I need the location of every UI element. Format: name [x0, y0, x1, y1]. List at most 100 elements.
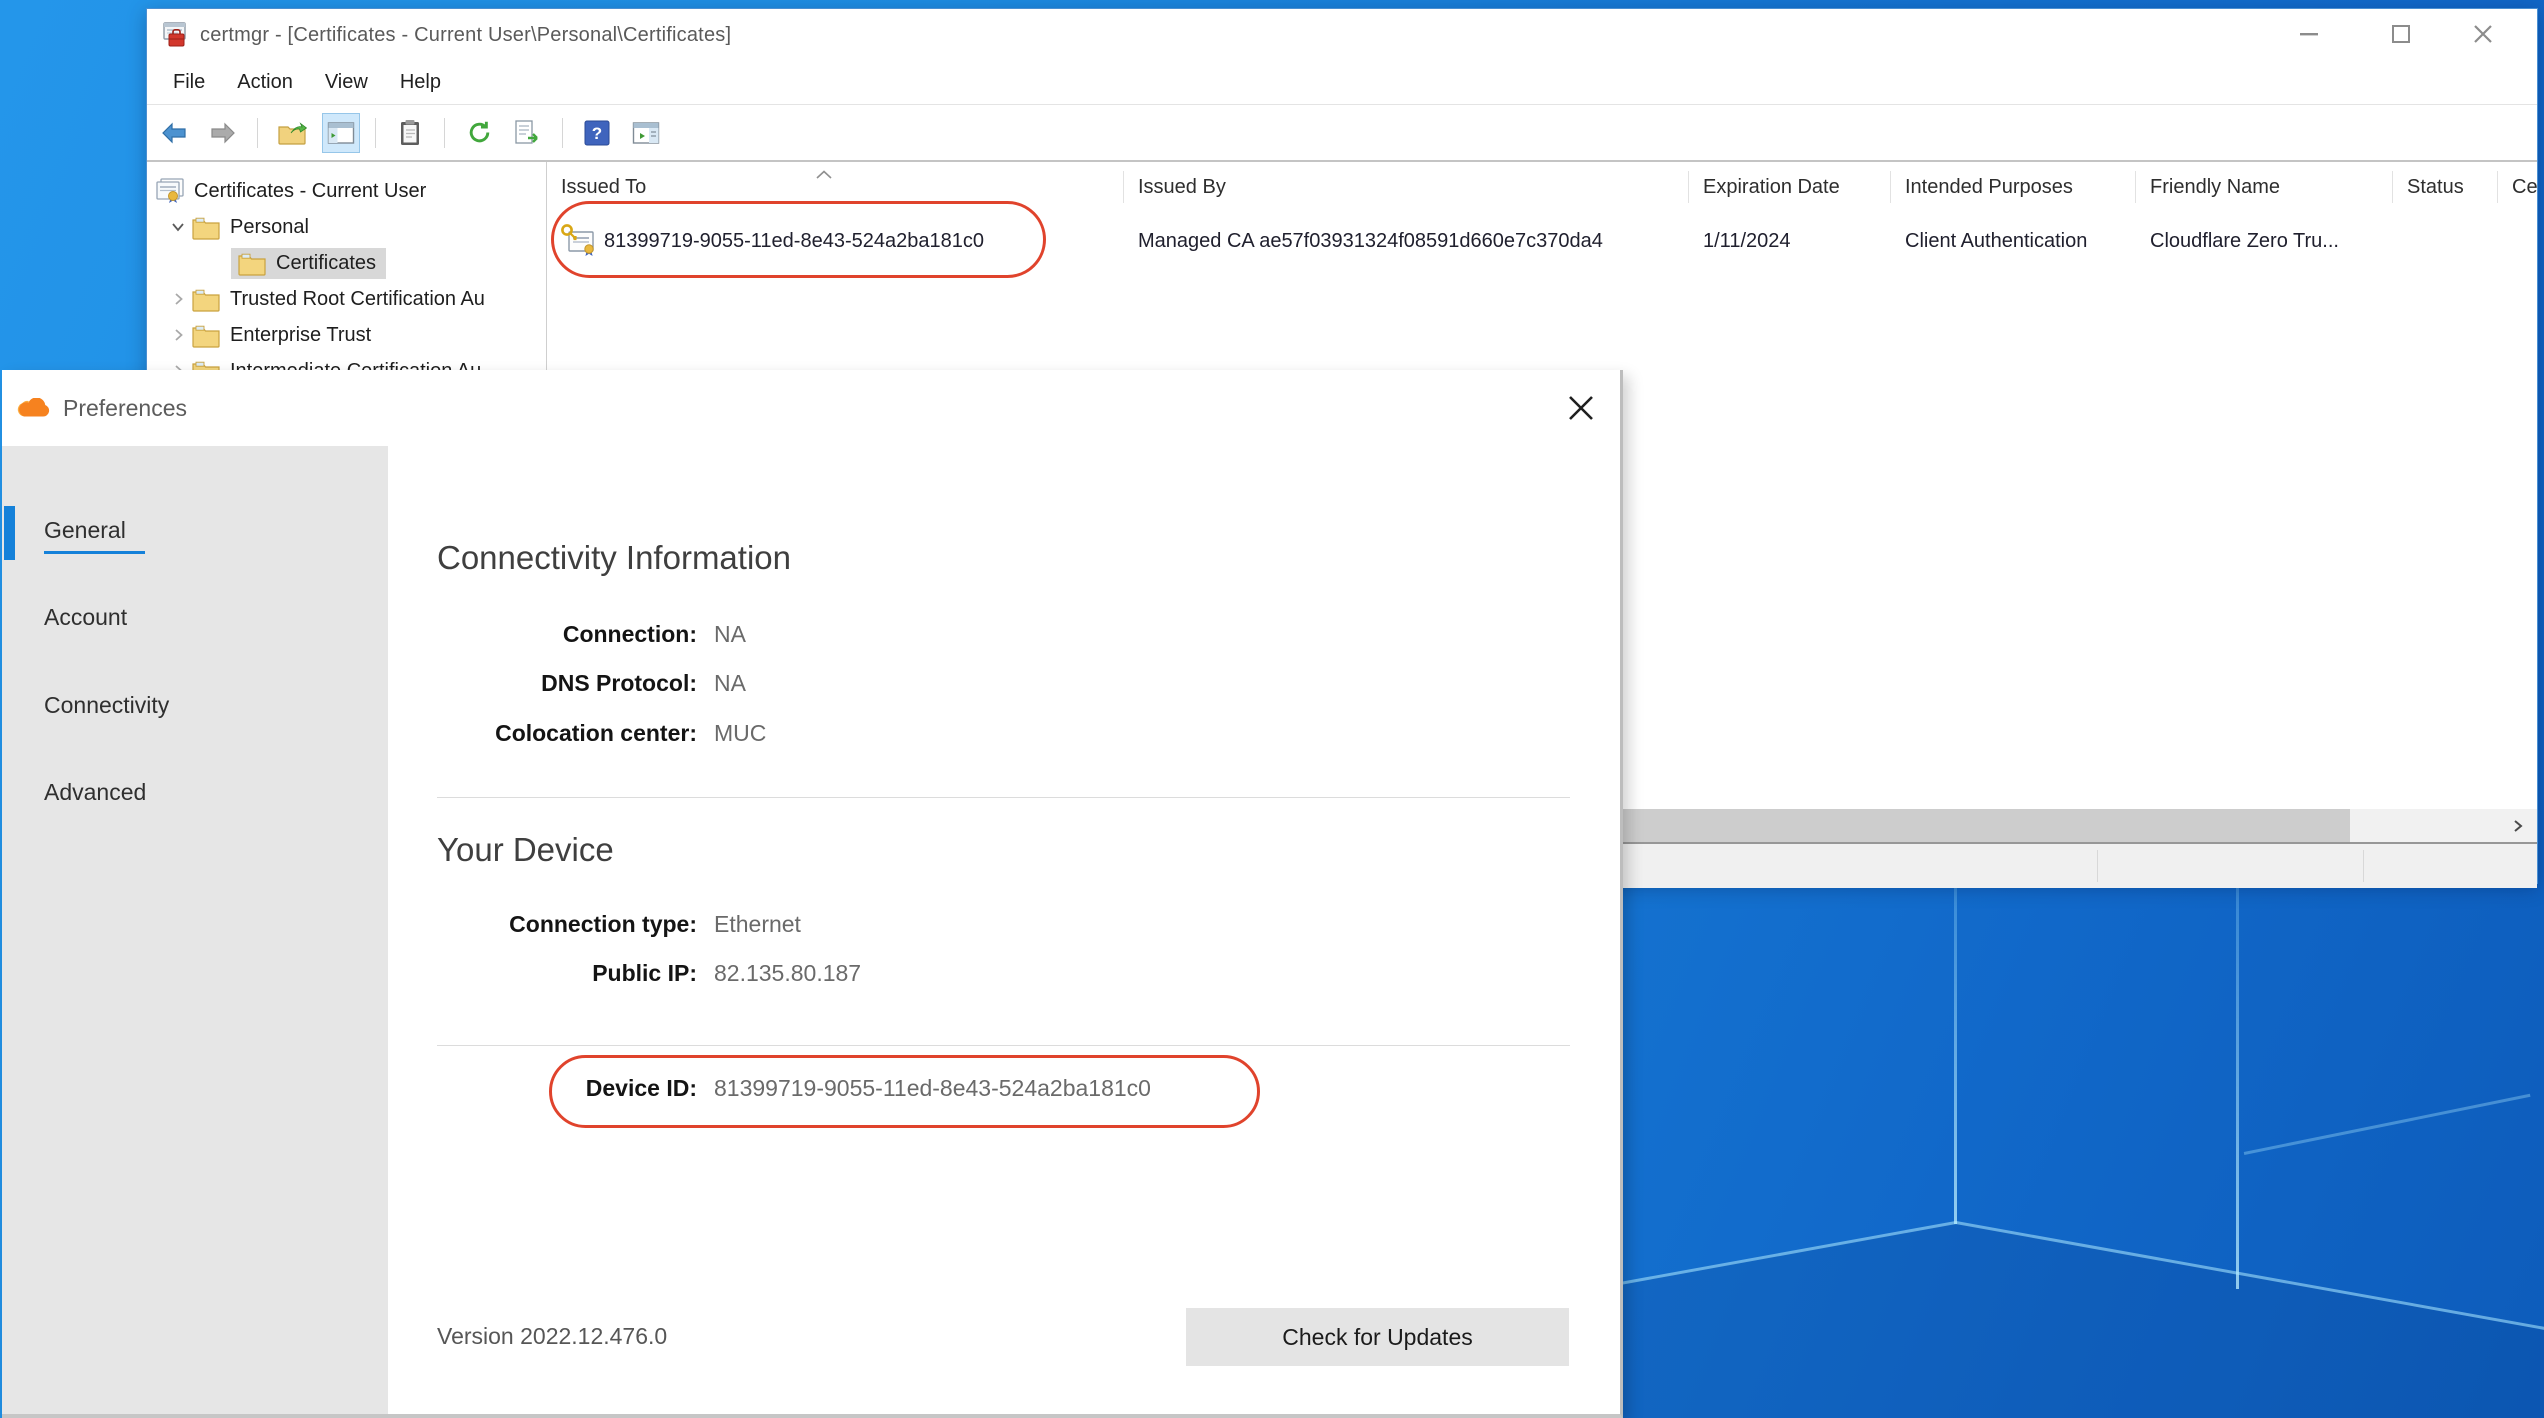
- dialog-sidebar: General Account Connectivity Advanced: [2, 446, 388, 1414]
- cell-expiration-date: 1/11/2024: [1689, 230, 1891, 253]
- toolbar-separator: [375, 118, 376, 148]
- nav-account[interactable]: Account: [44, 604, 127, 631]
- info-row-connection: Connection: NA: [388, 621, 1568, 648]
- nav-advanced[interactable]: Advanced: [44, 779, 146, 806]
- dialog-close-icon[interactable]: [1564, 392, 1598, 424]
- nav-general[interactable]: General: [44, 517, 126, 544]
- statusbar-divider: [2363, 850, 2364, 882]
- connection-label: Connection:: [388, 621, 697, 648]
- your-device-heading: Your Device: [437, 831, 614, 869]
- check-for-updates-button[interactable]: Check for Updates: [1186, 1308, 1569, 1366]
- toolbar-separator: [444, 118, 445, 148]
- selected-tree-item: Certificates: [231, 248, 386, 279]
- cell-intended-purposes: Client Authentication: [1891, 230, 2136, 253]
- section-divider: [437, 797, 1570, 798]
- tree-item-label: Personal: [230, 216, 309, 239]
- column-header-friendly-name[interactable]: Friendly Name: [2136, 162, 2393, 212]
- column-header-expiration-date[interactable]: Expiration Date: [1689, 162, 1891, 212]
- toolbar-separator: [257, 118, 258, 148]
- version-text: Version 2022.12.476.0: [437, 1323, 667, 1350]
- issued-to-value: 81399719-9055-11ed-8e43-524a2ba181c0: [604, 230, 984, 253]
- tree-item-certificates[interactable]: Certificates: [147, 245, 546, 281]
- tree-item-personal[interactable]: Personal: [147, 209, 546, 245]
- active-nav-indicator: [4, 506, 15, 560]
- colocation-value: MUC: [714, 720, 766, 747]
- chevron-down-icon[interactable]: [165, 222, 191, 232]
- toolbar: ?: [147, 105, 2537, 162]
- cell-issued-to: 81399719-9055-11ed-8e43-524a2ba181c0: [547, 224, 1124, 258]
- svg-text:?: ?: [592, 124, 602, 143]
- dialog-title: Preferences: [63, 395, 187, 422]
- folder-icon: [191, 323, 221, 348]
- nav-connectivity[interactable]: Connectivity: [44, 692, 169, 719]
- tree-item-trusted-root[interactable]: Trusted Root Certification Au: [147, 281, 546, 317]
- column-header-status[interactable]: Status: [2393, 162, 2498, 212]
- window-title: certmgr - [Certificates - Current User\P…: [200, 24, 731, 47]
- up-folder-button[interactable]: [273, 113, 311, 153]
- scroll-right-arrow[interactable]: [2503, 809, 2533, 842]
- chevron-right-icon[interactable]: [165, 292, 191, 306]
- close-button[interactable]: [2453, 9, 2513, 59]
- cloudflare-logo-icon: [17, 398, 51, 418]
- public-ip-label: Public IP:: [388, 960, 697, 987]
- statusbar-divider: [2097, 850, 2098, 882]
- connection-type-label: Connection type:: [388, 911, 697, 938]
- export-list-button[interactable]: [509, 113, 547, 153]
- dns-protocol-value: NA: [714, 670, 746, 697]
- info-row-connection-type: Connection type: Ethernet: [388, 911, 1568, 938]
- colocation-label: Colocation center:: [388, 720, 697, 747]
- certificate-key-icon: [561, 224, 597, 258]
- folder-icon: [191, 215, 221, 240]
- info-row-public-ip: Public IP: 82.135.80.187: [388, 960, 1568, 987]
- chevron-right-icon[interactable]: [165, 328, 191, 342]
- tree-item-label: Trusted Root Certification Au: [230, 288, 485, 311]
- info-row-dns-protocol: DNS Protocol: NA: [388, 670, 1568, 697]
- certmgr-app-icon: [161, 21, 189, 49]
- minimize-button[interactable]: [2279, 9, 2339, 59]
- device-id-label: Device ID:: [388, 1075, 697, 1102]
- menu-view[interactable]: View: [309, 71, 384, 94]
- action-pane-button[interactable]: [627, 113, 665, 153]
- column-header-issued-to[interactable]: Issued To: [547, 162, 1124, 212]
- show-console-tree-button[interactable]: [322, 113, 360, 153]
- wallpaper-line: [2244, 1094, 2531, 1155]
- column-header-certificate[interactable]: Ce: [2498, 162, 2537, 212]
- tree-item-root[interactable]: Certificates - Current User: [147, 173, 546, 209]
- column-header-issued-by[interactable]: Issued By: [1124, 162, 1689, 212]
- cell-issued-by: Managed CA ae57f03931324f08591d660e7c370…: [1124, 230, 1689, 253]
- folder-icon: [191, 287, 221, 312]
- device-id-value: 81399719-9055-11ed-8e43-524a2ba181c0: [714, 1075, 1151, 1102]
- refresh-button[interactable]: [460, 113, 498, 153]
- dialog-header: Preferences: [2, 370, 1620, 446]
- section-divider: [437, 1045, 1570, 1046]
- forward-button[interactable]: [204, 113, 242, 153]
- maximize-button[interactable]: [2371, 9, 2431, 59]
- connection-value: NA: [714, 621, 746, 648]
- public-ip-value: 82.135.80.187: [714, 960, 861, 987]
- list-header: Issued To Issued By Expiration Date Inte…: [547, 162, 2537, 212]
- menu-file[interactable]: File: [157, 71, 221, 94]
- info-row-device-id: Device ID: 81399719-9055-11ed-8e43-524a2…: [388, 1075, 1568, 1102]
- back-button[interactable]: [155, 113, 193, 153]
- active-nav-underline: [44, 551, 145, 554]
- tree-item-enterprise-trust[interactable]: Enterprise Trust: [147, 317, 546, 353]
- tree-item-label: Enterprise Trust: [230, 324, 371, 347]
- dns-protocol-label: DNS Protocol:: [388, 670, 697, 697]
- menu-help[interactable]: Help: [384, 71, 457, 94]
- preferences-dialog: Preferences General Account Connectivity…: [2, 370, 1623, 1418]
- clipboard-button[interactable]: [391, 113, 429, 153]
- certificate-row[interactable]: 81399719-9055-11ed-8e43-524a2ba181c0 Man…: [547, 212, 2537, 270]
- connection-type-value: Ethernet: [714, 911, 801, 938]
- tree-item-label: Certificates: [276, 252, 376, 275]
- wallpaper-beam: [2236, 884, 2239, 1289]
- certmgr-titlebar: certmgr - [Certificates - Current User\P…: [147, 9, 2537, 61]
- folder-icon: [237, 251, 267, 276]
- dialog-content: Connectivity Information Connection: NA …: [388, 446, 1620, 1414]
- help-button[interactable]: ?: [578, 113, 616, 153]
- wallpaper-beam: [1954, 884, 1957, 1224]
- menu-bar: File Action View Help: [147, 61, 2537, 105]
- certificate-store-icon: [155, 177, 185, 205]
- column-header-intended-purposes[interactable]: Intended Purposes: [1891, 162, 2136, 212]
- screen: certmgr - [Certificates - Current User\P…: [0, 0, 2544, 1418]
- menu-action[interactable]: Action: [221, 71, 309, 94]
